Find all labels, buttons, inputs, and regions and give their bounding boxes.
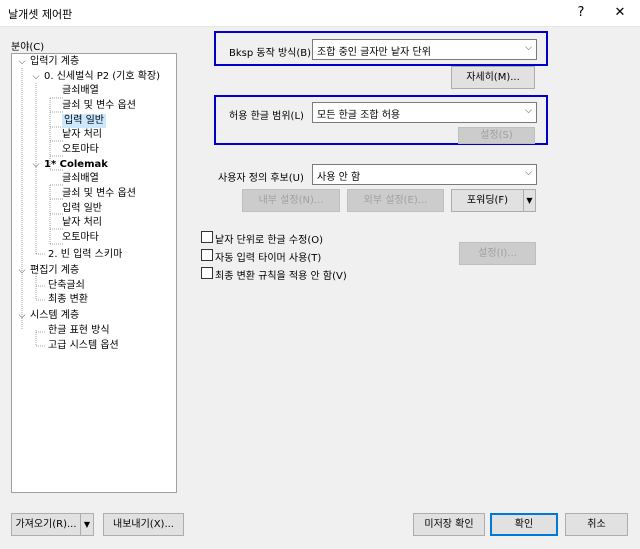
export-button[interactable]: 내보내기(X)... [103, 513, 184, 536]
tree-item-sinsebeolsik[interactable]: 0. 신세벌식 P2 (기호 확장) [44, 70, 160, 84]
candidate-value: 사용 안 함 [317, 172, 361, 183]
tree-item-layout[interactable]: 글쇠배열 [62, 172, 99, 186]
modify-by-jamo-label[interactable]: 낱자 단위로 한글 수정(O) [215, 231, 323, 246]
no-final-conversion-label[interactable]: 최종 변환 규칙을 적용 안 함(V) [215, 267, 347, 282]
category-tree[interactable]: ⌵ 입력기 계층 ⌵ 0. 신세벌식 P2 (기호 확장) 글쇠배열 글쇠 및 … [11, 53, 177, 493]
timer-setting-button[interactable]: 설정(I)... [459, 242, 536, 265]
candidate-label: 사용자 정의 후보(U) [218, 173, 304, 184]
chevron-down-icon: ⌵ [525, 106, 532, 116]
range-value: 모든 한글 조합 허용 [317, 110, 401, 121]
tree-item-shortcuts[interactable]: 단축글쇠 [48, 279, 85, 293]
tree-item-system-layer[interactable]: 시스템 계층 [30, 309, 79, 323]
expand-icon[interactable]: ⌵ [17, 309, 27, 323]
detail-button[interactable]: 자세히(M)... [451, 66, 535, 89]
tree-item-key-options[interactable]: 글쇠 및 변수 옵션 [62, 99, 136, 113]
tree-item-colemak[interactable]: 1* Colemak [44, 158, 108, 172]
chevron-down-icon: ⌵ [525, 168, 532, 178]
tree-item-input-general[interactable]: 입력 일반 [62, 114, 106, 128]
cancel-button[interactable]: 취소 [565, 513, 628, 536]
range-label: 허용 한글 범위(L) [229, 111, 304, 122]
expand-icon[interactable]: ⌵ [17, 55, 27, 69]
tree-item-jamo[interactable]: 낱자 처리 [62, 128, 102, 142]
internal-setting-button[interactable]: 내부 설정(N)... [242, 189, 340, 212]
tree-item-layout[interactable]: 글쇠배열 [62, 84, 99, 98]
window-title: 날개셋 제어판 [8, 8, 73, 21]
bksp-label: Bksp 동작 방식(B) [229, 48, 312, 59]
expand-icon[interactable]: ⌵ [31, 70, 41, 84]
expand-icon[interactable]: ⌵ [17, 264, 27, 278]
tree-item-editor-layer[interactable]: 편집기 계층 [30, 264, 79, 278]
range-select[interactable]: 모든 한글 조합 허용 ⌵ [312, 102, 537, 123]
close-button[interactable]: ✕ [609, 3, 631, 23]
modify-by-jamo-checkbox[interactable] [201, 231, 213, 243]
range-setting-button[interactable]: 설정(S) [458, 127, 535, 144]
tree-item-automata[interactable]: 오토마타 [62, 231, 99, 245]
import-dropdown-icon[interactable]: ▼ [80, 513, 94, 536]
tree-item-automata[interactable]: 오토마타 [62, 143, 99, 157]
nav-label: 분야(C) [11, 42, 45, 53]
tree-item-final-conversion[interactable]: 최종 변환 [48, 293, 88, 307]
help-button[interactable]: ? [570, 3, 592, 23]
tree-item-jamo[interactable]: 낱자 처리 [62, 216, 102, 230]
external-setting-button[interactable]: 외부 설정(E)... [347, 189, 444, 212]
import-button[interactable]: 가져오기(R)... [11, 513, 81, 536]
bksp-select[interactable]: 조합 중인 글자만 낱자 단위 ⌵ [312, 39, 537, 60]
chevron-down-icon: ⌵ [525, 43, 532, 53]
tree-item-hangul-display[interactable]: 한글 표현 방식 [48, 324, 110, 338]
expand-icon[interactable]: ⌵ [31, 158, 41, 172]
forwarding-dropdown-icon[interactable]: ▼ [523, 189, 536, 212]
ok-button[interactable]: 확인 [490, 513, 558, 536]
no-final-conversion-checkbox[interactable] [201, 267, 213, 279]
unsaved-check-button[interactable]: 미저장 확인 [413, 513, 485, 536]
candidate-select[interactable]: 사용 안 함 ⌵ [312, 164, 537, 185]
tree-item-input-layer[interactable]: 입력기 계층 [30, 55, 79, 69]
tree-item-input-general[interactable]: 입력 일반 [62, 202, 102, 216]
title-bar: 날개셋 제어판 ? ✕ [0, 0, 640, 27]
bksp-value: 조합 중인 글자만 낱자 단위 [317, 47, 431, 58]
tree-item-empty-schema[interactable]: 2. 빈 입력 스키마 [48, 248, 122, 262]
forwarding-button[interactable]: 포워딩(F) [451, 189, 524, 212]
tree-item-advanced-system[interactable]: 고급 시스템 옵션 [48, 339, 119, 353]
auto-timer-checkbox[interactable] [201, 249, 213, 261]
tree-item-key-options[interactable]: 글쇠 및 변수 옵션 [62, 187, 136, 201]
auto-timer-label[interactable]: 자동 입력 타이머 사용(T) [215, 249, 321, 264]
